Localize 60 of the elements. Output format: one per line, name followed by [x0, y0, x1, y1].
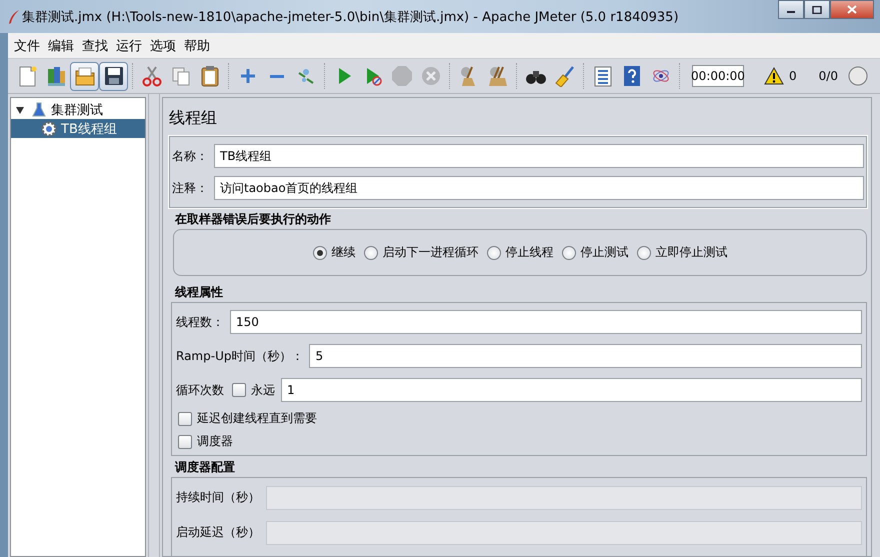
field-label: 名称：	[172, 148, 209, 164]
menu-item[interactable]: 编辑	[44, 36, 78, 54]
input-field[interactable]: 5	[309, 344, 862, 368]
input-field[interactable]: 150	[230, 310, 862, 334]
checkbox-label: 延迟创建线程直到需要	[197, 410, 317, 427]
thread-count: 0/0	[818, 69, 838, 83]
toolbar-button[interactable]	[99, 62, 128, 90]
copy-icon	[170, 65, 192, 87]
folder-icon	[74, 65, 96, 87]
section-title: 在取样器错误后要执行的动作	[175, 211, 332, 227]
radio-option[interactable]: 继续	[312, 244, 356, 261]
window-title: 集群测试.jmx (H:\Tools-new-1810\apache-jmeter-5.0\bin\集群测试.jmx) - Apache JMeter (5.0 r1840935)	[22, 8, 680, 26]
minus-icon	[270, 74, 284, 78]
menu-item[interactable]: 查找	[78, 36, 112, 54]
broom-icon	[554, 65, 576, 87]
checkbox[interactable]	[232, 383, 246, 397]
list-icon	[592, 65, 614, 87]
field-label: 启动延迟（秒）	[176, 524, 261, 541]
field-label: Ramp-Up时间（秒）：	[176, 348, 304, 364]
brooms-icon	[486, 65, 508, 87]
checkbox-label: 调度器	[197, 433, 233, 450]
tree-item[interactable]: TB线程组	[11, 119, 145, 138]
gear-icon	[41, 120, 57, 136]
input-field[interactable]: 访问taobao首页的线程组	[214, 176, 864, 200]
menu-item[interactable]: 帮助	[180, 36, 214, 54]
input-field[interactable]: 1	[281, 378, 862, 402]
warning-icon	[764, 67, 784, 85]
field-label: 注释：	[172, 180, 209, 196]
radio-option[interactable]: 启动下一进程循环	[364, 244, 478, 261]
stop-sign-icon	[390, 65, 412, 87]
circle-icon	[848, 66, 868, 86]
close-icon	[847, 5, 857, 14]
timer-display: 00:00:00	[692, 65, 744, 87]
checkbox[interactable]	[178, 434, 192, 448]
close-button[interactable]	[830, 0, 874, 19]
checkbox[interactable]	[178, 412, 192, 426]
maximize-button[interactable]	[804, 0, 830, 19]
input-field[interactable]: TB线程组	[214, 144, 864, 168]
feather-icon	[6, 8, 22, 24]
cross-circle-icon	[420, 65, 442, 87]
radio-option[interactable]: 停止线程	[486, 244, 554, 261]
menu-item[interactable]: 文件	[10, 36, 44, 54]
menu-item[interactable]: 选项	[146, 36, 180, 54]
section-title: 线程属性	[175, 284, 224, 300]
menu-item[interactable]: 运行	[112, 36, 146, 54]
maximize-icon	[812, 6, 822, 14]
scissors-icon	[140, 65, 162, 87]
warning-count: 0	[789, 69, 797, 83]
collapse-triangle-icon	[15, 104, 25, 114]
panel-title: 线程组	[169, 108, 218, 129]
minimize-button[interactable]	[778, 0, 804, 19]
field-label: 循环次数	[176, 382, 225, 398]
clipboard-icon	[198, 65, 220, 87]
checkbox-label: 永远	[251, 382, 276, 398]
radio-option[interactable]: 停止测试	[562, 244, 628, 261]
tree-item[interactable]: 集群测试	[11, 100, 145, 119]
section-title: 调度器配置	[175, 459, 236, 475]
field-label: 持续时间（秒）	[176, 489, 261, 506]
radio-option[interactable]: 立即停止测试	[636, 244, 728, 261]
field-label: 线程数：	[176, 314, 225, 330]
